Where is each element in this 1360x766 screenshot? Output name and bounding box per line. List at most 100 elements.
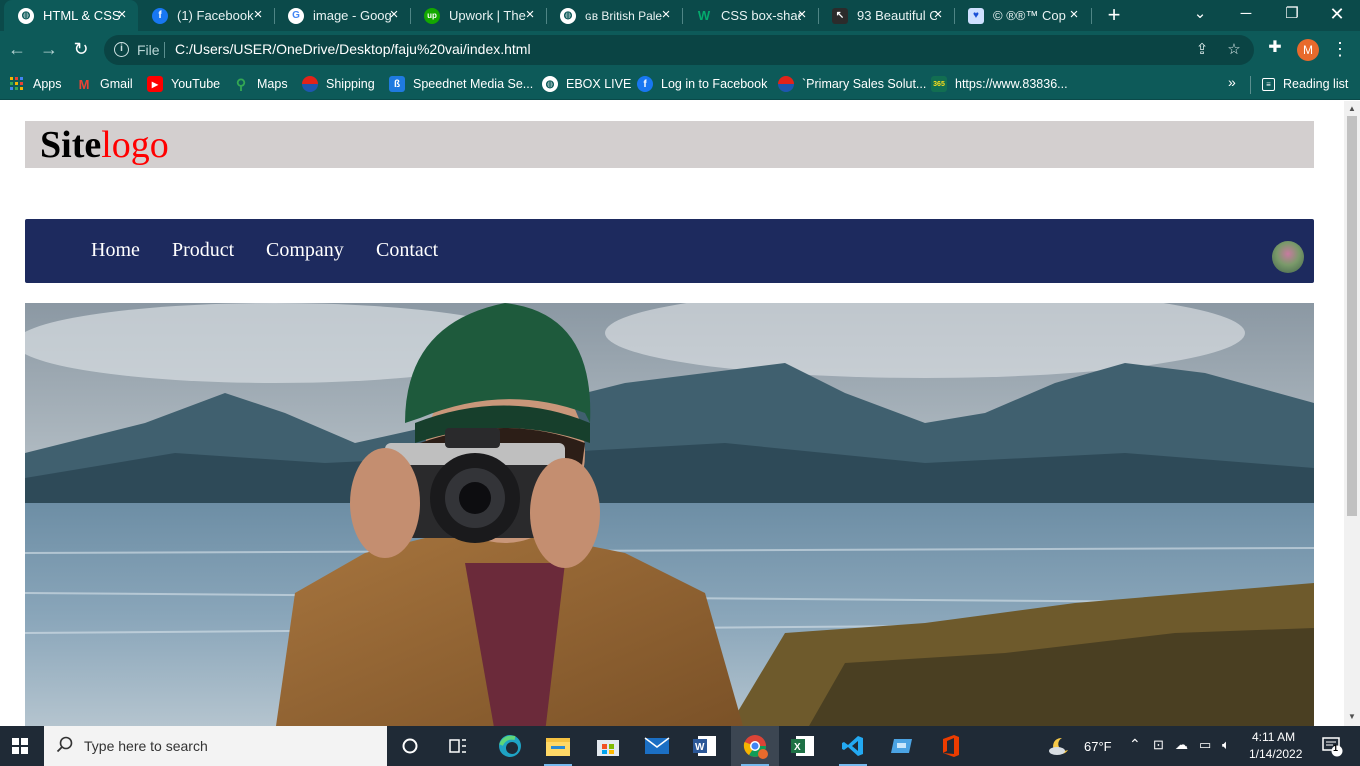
close-tab-icon[interactable]: × bbox=[522, 7, 538, 23]
page-scrollbar[interactable]: ▲ ▼ bbox=[1344, 101, 1360, 726]
chrome-icon[interactable] bbox=[731, 726, 779, 766]
page-viewport: Sitelogo Home Product Company Contact bbox=[0, 101, 1344, 726]
share-icon[interactable]: ⇪ bbox=[1192, 40, 1212, 60]
address-bar[interactable]: i File C:/Users/USER/OneDrive/Desktop/fa… bbox=[104, 35, 1254, 65]
excel-icon[interactable]: X bbox=[779, 726, 827, 766]
bookmark-speednet[interactable]: ß Speednet Media Se... bbox=[389, 74, 533, 94]
tab-html-css[interactable]: ◍ HTML & CSS × bbox=[4, 0, 138, 31]
globe-icon: ◍ bbox=[542, 76, 558, 92]
menu-dots-icon[interactable]: ⋮ bbox=[1330, 37, 1350, 61]
extensions-puzzle-icon[interactable]: ✚ bbox=[1264, 37, 1286, 59]
close-tab-icon[interactable]: × bbox=[114, 7, 130, 23]
task-view-icon[interactable] bbox=[434, 726, 482, 766]
volume-icon[interactable]: 🔈︎ bbox=[1222, 737, 1230, 753]
logo-part-a: Site bbox=[40, 124, 102, 166]
bookmark-gmail[interactable]: M Gmail bbox=[76, 74, 133, 94]
remote-desktop-icon[interactable] bbox=[878, 726, 926, 766]
edge-icon[interactable] bbox=[486, 726, 534, 766]
reading-list-button[interactable]: ≡ Reading list bbox=[1262, 74, 1348, 94]
tab-facebook[interactable]: f (1) Facebook × bbox=[138, 0, 274, 31]
tab-british-pale[interactable]: ◍ ɢʙ British Pale × bbox=[546, 0, 682, 31]
forward-button[interactable]: → bbox=[36, 37, 62, 63]
site-logo[interactable]: Sitelogo bbox=[40, 123, 169, 167]
word-icon[interactable]: W bbox=[681, 726, 729, 766]
minimize-button[interactable]: ─ bbox=[1223, 0, 1269, 31]
back-button[interactable]: ← bbox=[4, 37, 30, 63]
url-scheme: File bbox=[137, 42, 160, 58]
windows-taskbar: Type here to search W X 67°F ⌃ ⊡ ☁ ▭ 🔈︎ … bbox=[0, 726, 1360, 766]
weather-icon[interactable] bbox=[1041, 726, 1079, 766]
pepsi-icon bbox=[302, 76, 318, 92]
cortana-icon[interactable] bbox=[386, 726, 434, 766]
tray-chevron-icon[interactable]: ⌃ bbox=[1129, 736, 1141, 753]
cursor-icon: ↖ bbox=[832, 7, 848, 24]
bookmark-star-icon[interactable]: ☆ bbox=[1224, 40, 1244, 60]
onedrive-icon[interactable]: ☁ bbox=[1175, 737, 1188, 753]
bookmark-maps[interactable]: ⚲ Maps bbox=[233, 74, 288, 94]
url-separator bbox=[164, 42, 165, 58]
network-icon[interactable]: ▭ bbox=[1199, 737, 1211, 753]
maps-icon: ⚲ bbox=[235, 75, 247, 92]
svg-text:W: W bbox=[695, 742, 705, 753]
pepsi-icon bbox=[778, 76, 794, 92]
scroll-down-arrow[interactable]: ▼ bbox=[1347, 712, 1357, 722]
tab-upwork[interactable]: up Upwork | The × bbox=[410, 0, 546, 31]
clock-time[interactable]: 4:11 AM bbox=[1252, 730, 1295, 744]
facebook-icon: f bbox=[637, 76, 653, 92]
nav-home[interactable]: Home bbox=[91, 239, 140, 262]
notifications-icon[interactable] bbox=[1312, 726, 1352, 766]
taskbar-search[interactable]: Type here to search bbox=[44, 726, 387, 766]
close-tab-icon[interactable]: × bbox=[386, 7, 402, 23]
tab-google-images[interactable]: G image - Goog × bbox=[274, 0, 410, 31]
close-tab-icon[interactable]: × bbox=[658, 7, 674, 23]
office-icon[interactable] bbox=[927, 726, 975, 766]
speednet-icon: ß bbox=[389, 76, 405, 92]
globe-icon: ◍ bbox=[18, 7, 34, 24]
new-tab-button[interactable]: + bbox=[1101, 3, 1127, 29]
restore-button[interactable]: ❐ bbox=[1269, 0, 1315, 31]
profile-avatar[interactable]: M bbox=[1297, 39, 1319, 61]
info-icon[interactable]: i bbox=[114, 42, 129, 57]
weather-temperature[interactable]: 67°F bbox=[1084, 739, 1112, 754]
bookmark-shipping[interactable]: Shipping bbox=[302, 74, 375, 94]
tab-copyright-symbols[interactable]: ♥ © ®®™ Cop × bbox=[954, 0, 1090, 31]
close-window-button[interactable]: ✕ bbox=[1314, 0, 1360, 31]
bookmark-primary-sales[interactable]: `Primary Sales Solut... bbox=[778, 74, 926, 94]
clock-date[interactable]: 1/14/2022 bbox=[1249, 747, 1302, 761]
bookmark-apps[interactable]: Apps bbox=[9, 74, 62, 94]
nav-avatar[interactable] bbox=[1272, 241, 1304, 273]
gmail-icon: M bbox=[78, 76, 90, 92]
tab-beautiful[interactable]: ↖ 93 Beautiful C × bbox=[818, 0, 954, 31]
hero-image bbox=[25, 303, 1314, 726]
nav-company[interactable]: Company bbox=[266, 239, 344, 262]
bookmark-youtube[interactable]: ▶ YouTube bbox=[147, 74, 220, 94]
w3-icon: W bbox=[697, 8, 711, 23]
tab-search-button[interactable]: ⌄ bbox=[1177, 0, 1223, 31]
bookmark-83836[interactable]: 365 https://www.83836... bbox=[931, 74, 1068, 94]
url-text[interactable]: C:/Users/USER/OneDrive/Desktop/faju%20va… bbox=[175, 41, 531, 57]
nav-contact[interactable]: Contact bbox=[376, 239, 438, 262]
mail-icon[interactable] bbox=[633, 726, 681, 766]
scroll-up-arrow[interactable]: ▲ bbox=[1347, 104, 1357, 114]
close-tab-icon[interactable]: × bbox=[250, 7, 266, 23]
scroll-thumb[interactable] bbox=[1347, 116, 1357, 516]
reload-button[interactable]: ↻ bbox=[68, 37, 94, 63]
file-explorer-icon[interactable] bbox=[534, 726, 582, 766]
close-tab-icon[interactable]: × bbox=[1066, 7, 1082, 23]
upwork-icon: up bbox=[424, 7, 440, 24]
nav-product[interactable]: Product bbox=[172, 239, 234, 262]
bookmark-facebook-login[interactable]: f Log in to Facebook bbox=[637, 74, 767, 94]
bet365-icon: 365 bbox=[931, 76, 947, 92]
apps-grid-icon bbox=[9, 76, 25, 92]
meet-now-icon[interactable]: ⊡ bbox=[1153, 737, 1164, 753]
search-placeholder: Type here to search bbox=[84, 738, 208, 754]
microsoft-store-icon[interactable] bbox=[584, 726, 632, 766]
bookmarks-overflow-button[interactable]: » bbox=[1228, 74, 1236, 90]
start-button[interactable] bbox=[0, 726, 40, 766]
close-tab-icon[interactable]: × bbox=[794, 7, 810, 23]
bookmark-ebox-live[interactable]: ◍ EBOX LIVE bbox=[542, 74, 631, 94]
close-tab-icon[interactable]: × bbox=[930, 7, 946, 23]
tab-css-box-shadow[interactable]: W CSS box-shad × bbox=[682, 0, 818, 31]
vscode-icon[interactable] bbox=[829, 726, 877, 766]
hero-photo-illustration bbox=[25, 303, 1314, 726]
